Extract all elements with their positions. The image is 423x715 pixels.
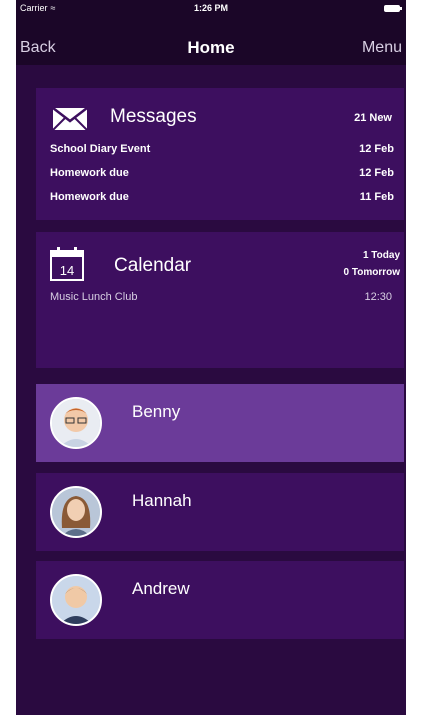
today-count: 1 Today	[362, 250, 400, 261]
calendar-icon: 14	[50, 247, 84, 281]
menu-button[interactable]: Menu	[362, 39, 402, 57]
navigation-bar: Back Home Menu	[16, 17, 406, 65]
message-date: 11 Feb	[359, 191, 394, 203]
message-item[interactable]: Homework due 11 Feb	[50, 191, 394, 209]
envelope-icon	[52, 107, 88, 131]
avatar	[50, 574, 102, 626]
calendar-title: Calendar	[114, 255, 192, 276]
status-time: 1:26 PM	[193, 3, 228, 13]
child-row-benny[interactable]: Benny	[36, 384, 404, 462]
message-subject: Homework due	[50, 167, 129, 179]
child-row-hannah[interactable]: Hannah	[36, 473, 404, 551]
child-name: Andrew	[132, 579, 190, 598]
new-messages-count: 21 New	[354, 112, 392, 124]
child-name: Hannah	[132, 491, 192, 510]
message-subject: Homework due	[50, 191, 129, 203]
message-subject: School Diary Event	[50, 143, 151, 155]
status-bar: Carrier ≈ 1:26 PM	[16, 0, 406, 17]
message-item[interactable]: School Diary Event 12 Feb	[50, 143, 394, 161]
page-title: Home	[187, 38, 235, 57]
calendar-event-name: Music Lunch Club	[50, 291, 138, 303]
message-date: 12 Feb	[359, 143, 394, 155]
calendar-icon-day: 14	[60, 263, 74, 278]
tomorrow-count: 0 Tomorrow	[343, 267, 400, 278]
child-name: Benny	[132, 402, 181, 421]
calendar-event-time: 12:30	[364, 291, 392, 303]
calendar-card[interactable]: 14 Calendar 1 Today 0 Tomorrow Music Lun…	[36, 232, 404, 368]
battery-icon	[384, 5, 402, 12]
calendar-counts: 1 Today 0 Tomorrow	[344, 247, 400, 281]
message-item[interactable]: Homework due 12 Feb	[50, 167, 394, 185]
avatar	[50, 486, 102, 538]
child-row-andrew[interactable]: Andrew	[36, 561, 404, 639]
avatar	[50, 397, 102, 449]
messages-card[interactable]: Messages 21 New School Diary Event 12 Fe…	[36, 88, 404, 220]
messages-title: Messages	[110, 106, 197, 127]
message-date: 12 Feb	[359, 167, 394, 179]
home-screen: Carrier ≈ 1:26 PM Back Home Menu Messages…	[16, 0, 406, 715]
